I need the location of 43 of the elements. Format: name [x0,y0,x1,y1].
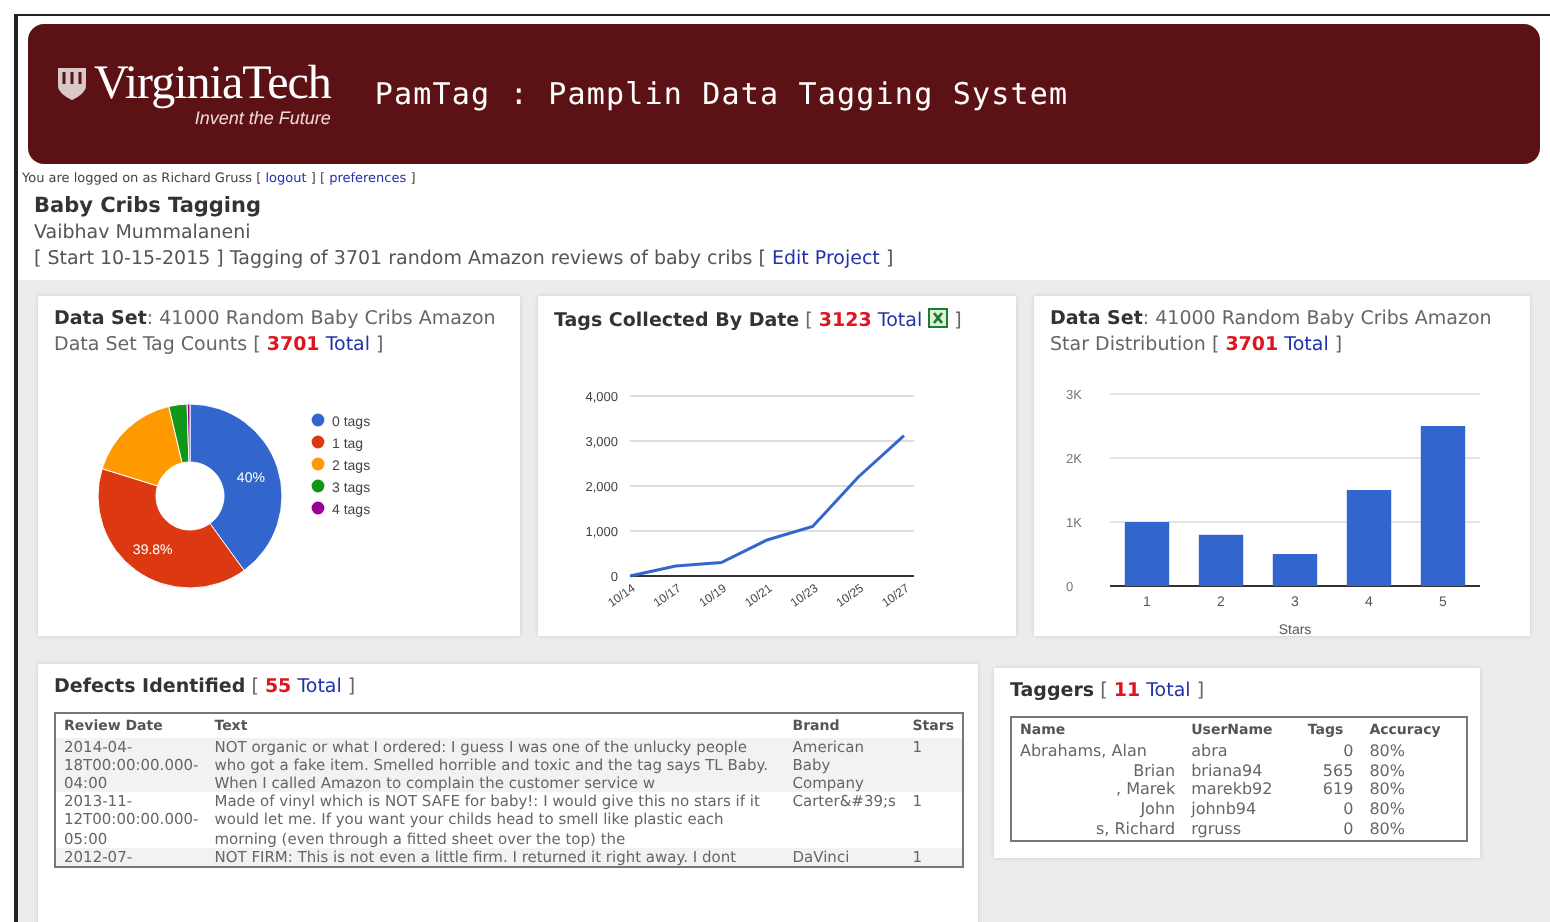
edit-project-link[interactable]: Edit Project [771,248,880,270]
table-cell-text: johnb94 [1189,800,1259,820]
table-cell: 0 [1299,819,1362,841]
table-cell: Brian [1011,761,1184,781]
project-summary: [ Start 10-15-2015 ] Tagging of 3701 random Amazon reviews of baby cribs [ Edit Project ] [34,248,896,270]
bar [1198,534,1244,586]
table-cell: Abrahams, Alan [1011,741,1184,762]
table-cell: 80% [1361,800,1467,820]
total-link[interactable]: Total [1284,333,1329,356]
total-link[interactable]: Total [325,333,371,356]
logo-text: VirginiaTech [94,60,331,108]
table-cell: 80% [1361,780,1467,801]
table-cell: rgruss [1183,819,1300,841]
spreadsheet-icon[interactable] [928,308,949,328]
panel-title: Data Set: 41000 Random Baby Cribs Amazon Star Distribution [ 3701 Total ] [1050,308,1494,360]
shield-icon [56,66,88,102]
project-title: Baby Cribs Tagging [34,194,264,218]
panel-title: Defects Identified [ 55 Total ] [54,676,358,702]
panel-title: Data Set: 41000 Random Baby Cribs Amazon Data Set Tag Counts [ 3701 Total ] [54,308,498,360]
table-cell: , Marek [1011,780,1184,801]
table-cell-text: briana94 [1189,761,1265,781]
table-cell: s, Richard [1011,819,1184,841]
table-cell-text: marekb92 [1189,780,1275,801]
app-title: PamTag : Pamplin Data Tagging System [374,76,1069,112]
bar [1272,553,1318,586]
table-cell-text: 0 [1341,741,1356,762]
tagline: Invent the Future [194,108,331,128]
bar [1346,489,1392,586]
table-cell-text: 619 [1320,780,1356,801]
total-link[interactable]: Total [877,310,923,332]
table-cell: John [1011,800,1184,820]
table-cell: 80% [1361,741,1467,762]
panel-title: Tags Collected By Date [ 3123 Total ] [554,308,964,336]
total-link[interactable]: Total [297,676,342,698]
project-owner: Vaibhav Mummalaneni [34,222,253,244]
table-cell: 80% [1361,819,1467,841]
table-cell-text: 565 [1320,761,1356,781]
panel-title: Taggers [ 11 Total ] [1010,680,1207,706]
table-cell: 80% [1361,761,1467,781]
table-cell-text: 0 [1341,800,1356,820]
bar [1124,521,1170,586]
table-cell-text: abra [1189,741,1230,762]
total-link[interactable]: Total [1146,680,1191,702]
